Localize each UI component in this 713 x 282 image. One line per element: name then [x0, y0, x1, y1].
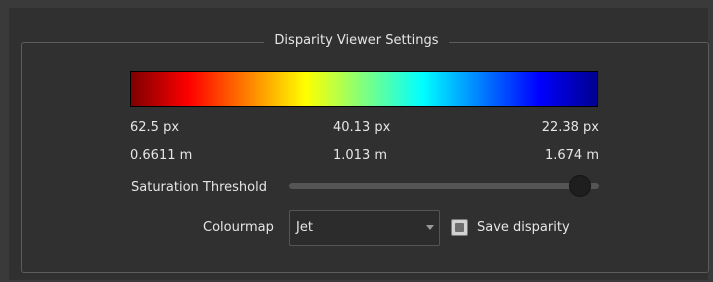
- chevron-down-icon: [426, 225, 434, 230]
- save-disparity-label[interactable]: Save disparity: [477, 220, 570, 235]
- distance-min-label: 0.6611 m: [130, 148, 193, 163]
- checkbox-indicator: [455, 223, 464, 232]
- colourmap-label: Colourmap: [203, 220, 274, 235]
- disparity-mid-label: 40.13 px: [333, 120, 391, 135]
- save-disparity-checkbox[interactable]: [451, 219, 468, 236]
- disparity-max-label: 22.38 px: [541, 120, 599, 135]
- colourmap-dropdown[interactable]: Jet: [289, 210, 440, 246]
- distance-max-label: 1.674 m: [544, 148, 599, 163]
- colormap-colorbar: [130, 71, 598, 107]
- disparity-min-label: 62.5 px: [130, 120, 180, 135]
- saturation-threshold-slider[interactable]: [289, 183, 599, 189]
- saturation-threshold-label: Saturation Threshold: [131, 180, 267, 195]
- distance-mid-label: 1.013 m: [333, 148, 388, 163]
- colourmap-selected-value: Jet: [296, 220, 313, 235]
